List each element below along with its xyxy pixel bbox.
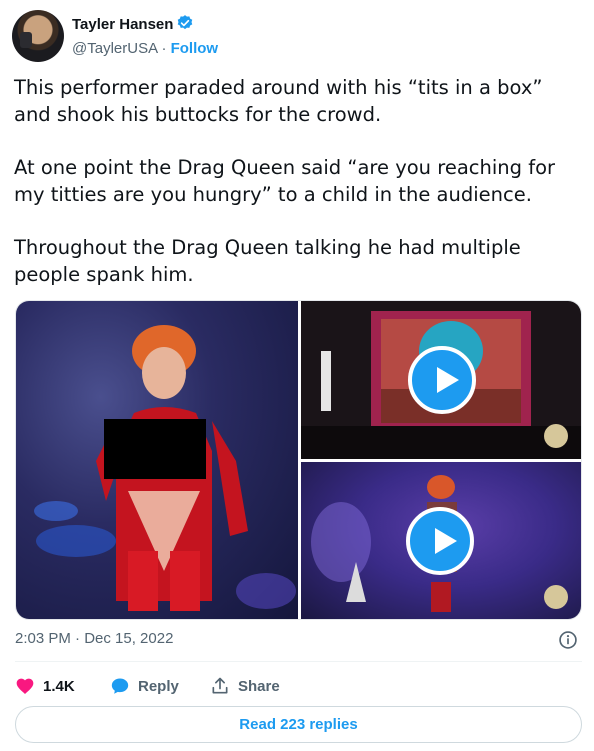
reply-bubble-icon	[111, 678, 129, 694]
divider	[15, 661, 582, 662]
avatar[interactable]	[12, 10, 64, 62]
follow-button[interactable]: Follow	[171, 40, 219, 57]
action-bar: 1.4K Reply Share	[15, 674, 582, 698]
like-count: 1.4K	[43, 677, 75, 695]
performer-illustration	[34, 325, 296, 611]
tweet-body: This performer paraded around with his “…	[14, 74, 584, 314]
microphone-shape	[20, 32, 32, 48]
heart-icon	[16, 678, 34, 694]
video-thumbnail-stage[interactable]	[301, 462, 581, 619]
media-grid	[15, 300, 582, 620]
tweet-header: Tayler Hansen @TaylerUSA · Follow	[12, 10, 582, 66]
share-label: Share	[238, 677, 280, 695]
like-button[interactable]: 1.4K	[15, 674, 75, 698]
tweet-paragraph: Throughout the Drag Queen talking he had…	[14, 236, 521, 286]
play-button[interactable]	[408, 346, 476, 414]
performer-photo[interactable]	[16, 301, 298, 619]
author-name-text[interactable]: Tayler Hansen	[72, 16, 173, 33]
reply-button[interactable]: Reply	[110, 674, 179, 698]
tweet-paragraph: This performer paraded around with his “…	[14, 76, 543, 126]
reply-label: Reply	[138, 677, 179, 695]
tweet-timestamp[interactable]: 2:03 PM · Dec 15, 2022	[15, 630, 173, 647]
share-icon	[212, 677, 228, 694]
separator-dot: ·	[161, 40, 167, 57]
verified-badge-icon	[178, 15, 193, 30]
author-handle[interactable]: @TaylerUSA	[72, 40, 157, 57]
share-button[interactable]: Share	[210, 674, 280, 698]
play-button[interactable]	[406, 507, 474, 575]
info-icon[interactable]	[558, 630, 578, 650]
handle-row: @TaylerUSA · Follow	[72, 40, 218, 57]
author-name[interactable]: Tayler Hansen	[72, 14, 194, 33]
tweet-paragraph: At one point the Drag Queen said “are yo…	[14, 156, 556, 206]
video-thumbnail-screen[interactable]	[301, 301, 581, 459]
read-replies-button[interactable]: Read 223 replies	[15, 706, 582, 743]
